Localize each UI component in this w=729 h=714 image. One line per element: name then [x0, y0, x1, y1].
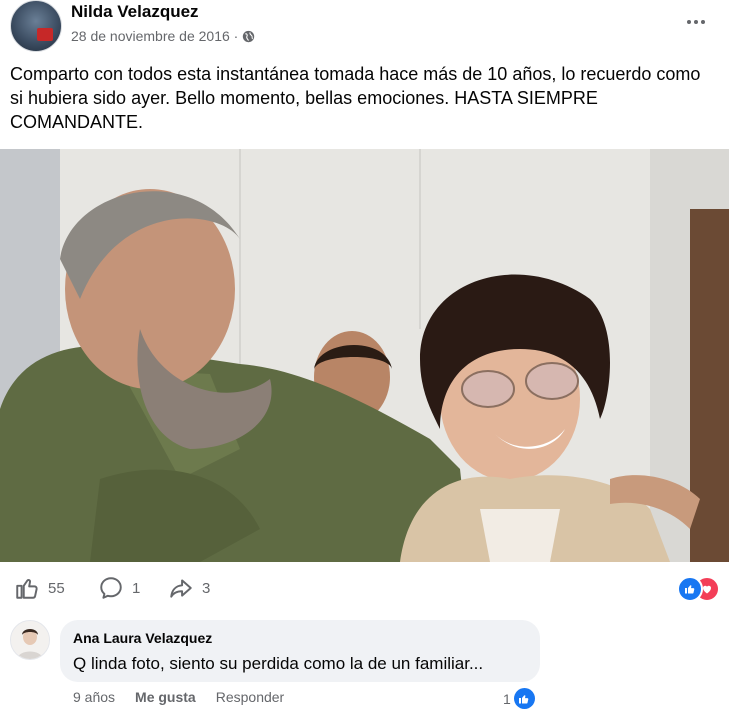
comment-bubble: Ana Laura Velazquez Q linda foto, siento…: [60, 620, 540, 682]
author-avatar[interactable]: [10, 0, 62, 52]
share-action[interactable]: 3: [168, 570, 210, 606]
post-photo[interactable]: [0, 149, 729, 562]
like-action[interactable]: 55: [14, 570, 65, 606]
share-count: 3: [202, 579, 211, 597]
comment-count: 1: [132, 579, 141, 597]
comment-reply-button[interactable]: Responder: [216, 689, 285, 705]
post-meta: 28 de noviembre de 2016 ·: [71, 28, 255, 44]
more-options-button[interactable]: [681, 10, 711, 34]
dot-icon: [701, 20, 705, 24]
post-actions: 55 1 3: [0, 570, 729, 606]
comment-like-button[interactable]: Me gusta: [135, 689, 196, 705]
share-arrow-icon: [170, 579, 192, 598]
dot-icon: [687, 20, 691, 24]
comment-text: Q linda foto, siento su perdida como la …: [73, 654, 484, 673]
like-count: 55: [48, 579, 65, 597]
photo-illustration: [0, 149, 729, 562]
avatar-badge: [37, 28, 53, 41]
comment-time[interactable]: 9 años: [73, 689, 115, 705]
dot-icon: [694, 20, 698, 24]
thumbs-up-icon: [16, 579, 38, 599]
reactions-summary[interactable]: [677, 576, 720, 602]
commenter-avatar[interactable]: [10, 620, 50, 660]
comment-footer: 9 años Me gusta Responder: [73, 689, 284, 705]
person-photo-icon: [11, 621, 49, 659]
comment-action[interactable]: 1: [98, 570, 140, 606]
like-icon: [677, 576, 703, 602]
comment-author[interactable]: Ana Laura Velazquez: [73, 630, 212, 646]
like-icon: [513, 688, 535, 709]
post-author-name[interactable]: Nilda Velazquez: [71, 2, 199, 22]
comment-like-number: 1: [503, 690, 511, 707]
post-header: Nilda Velazquez 28 de noviembre de 2016 …: [0, 0, 729, 55]
globe-icon: [243, 30, 255, 42]
post-text: Comparto con todos esta instantánea toma…: [10, 64, 701, 132]
comment-reaction-count[interactable]: 1: [503, 688, 535, 709]
post-date[interactable]: 28 de noviembre de 2016 ·: [71, 28, 238, 44]
comment-bubble-icon: [100, 577, 122, 599]
